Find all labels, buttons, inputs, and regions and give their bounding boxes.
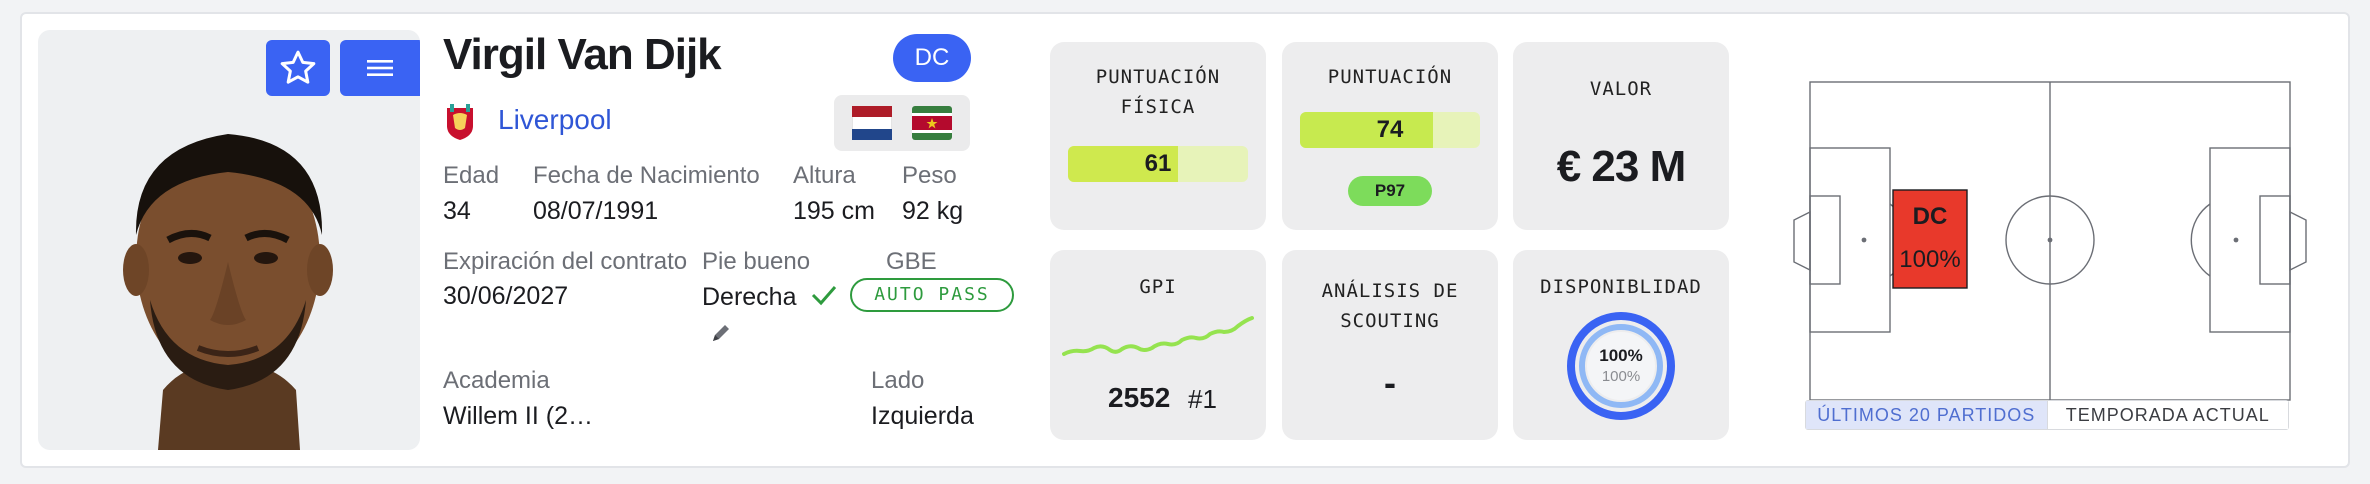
check-icon <box>811 286 837 306</box>
physical-score-bar: 61 <box>1068 146 1248 182</box>
physical-score-tile[interactable]: PUNTUACIÓN FÍSICA 61 <box>1050 42 1266 230</box>
dob-value: 08/07/1991 <box>533 197 659 225</box>
star-icon <box>280 50 316 84</box>
foot-value: Derecha <box>702 283 797 311</box>
pencil-icon[interactable] <box>710 322 732 344</box>
side-label: Lado <box>871 367 925 394</box>
suriname-flag-icon <box>912 106 952 140</box>
score-value: 74 <box>1376 116 1404 143</box>
age-value: 34 <box>443 197 471 225</box>
weight-value: 92 kg <box>902 197 964 225</box>
market-value-title: VALOR <box>1589 78 1653 100</box>
academy-value: Willem II (2… <box>443 402 593 430</box>
contract-value: 30/06/2027 <box>443 282 569 310</box>
gbe-status-badge: AUTO PASS <box>850 278 1014 312</box>
physical-score-title-2: FÍSICA <box>1120 96 1196 118</box>
market-value-tile[interactable]: VALOR € 23 M <box>1513 42 1729 230</box>
academy-label: Academia <box>443 367 550 394</box>
menu-icon <box>367 60 393 76</box>
pitch-period-tabs: ÚLTIMOS 20 PARTIDOS TEMPORADA ACTUAL <box>1805 400 2289 430</box>
availability-tile[interactable]: DISPONIBLIDAD 100% 100% <box>1513 250 1729 440</box>
scouting-value: - <box>1384 362 1396 403</box>
score-percentile-badge: P97 <box>1348 176 1432 206</box>
weight-label: Peso <box>902 162 957 189</box>
scouting-title-2: SCOUTING <box>1340 310 1440 332</box>
contract-label: Expiración del contrato <box>443 248 688 275</box>
player-photo-panel <box>38 30 420 450</box>
gpi-title: GPI <box>1139 276 1177 298</box>
availability-ring <box>1567 312 1675 420</box>
dob-label: Fecha de Nacimiento <box>533 162 760 189</box>
tab-current-season[interactable]: TEMPORADA ACTUAL <box>2046 401 2288 429</box>
availability-outer-value: 100% <box>1599 346 1643 365</box>
player-name: Virgil Van Dijk <box>443 30 722 79</box>
favorite-button[interactable] <box>266 40 330 96</box>
score-title: PUNTUACIÓN <box>1327 66 1453 88</box>
menu-button[interactable] <box>340 40 420 96</box>
scouting-tile[interactable]: ANÁLISIS DE SCOUTING - <box>1282 250 1498 440</box>
side-value: Izquierda <box>871 402 974 430</box>
height-label: Altura <box>793 162 856 189</box>
foot-label: Pie bueno <box>702 248 811 275</box>
gpi-tile[interactable]: GPI 2552 #1 <box>1050 250 1266 440</box>
position-pitch <box>1793 81 2307 401</box>
score-tile[interactable]: PUNTUACIÓN 74 P97 <box>1282 42 1498 230</box>
netherlands-flag-icon <box>852 106 892 140</box>
gpi-trend-sparkline <box>1062 316 1254 356</box>
market-value: € 23 M <box>1556 142 1687 191</box>
liverpool-crest-icon <box>447 104 473 140</box>
nationality-flags <box>834 95 970 151</box>
scouting-title-1: ANÁLISIS DE <box>1321 280 1459 302</box>
gpi-value: 2552 <box>1108 382 1171 413</box>
gbe-label: GBE <box>886 248 937 275</box>
gpi-rank: #1 <box>1188 384 1217 414</box>
pitch-position-label: DC <box>1912 203 1948 230</box>
age-label: Edad <box>443 162 500 189</box>
availability-inner-value: 100% <box>1601 368 1641 385</box>
score-bar: 74 <box>1300 112 1480 148</box>
physical-score-value: 61 <box>1144 150 1172 177</box>
physical-score-title-1: PUNTUACIÓN <box>1095 66 1221 88</box>
availability-title: DISPONIBLIDAD <box>1540 276 1702 298</box>
club-link[interactable]: Liverpool <box>498 104 612 136</box>
position-badge: DC <box>893 34 971 82</box>
tab-last-20-matches[interactable]: ÚLTIMOS 20 PARTIDOS <box>1806 401 2047 429</box>
pitch-position-pct: 100% <box>1899 246 1961 273</box>
height-value: 195 cm <box>793 197 875 225</box>
